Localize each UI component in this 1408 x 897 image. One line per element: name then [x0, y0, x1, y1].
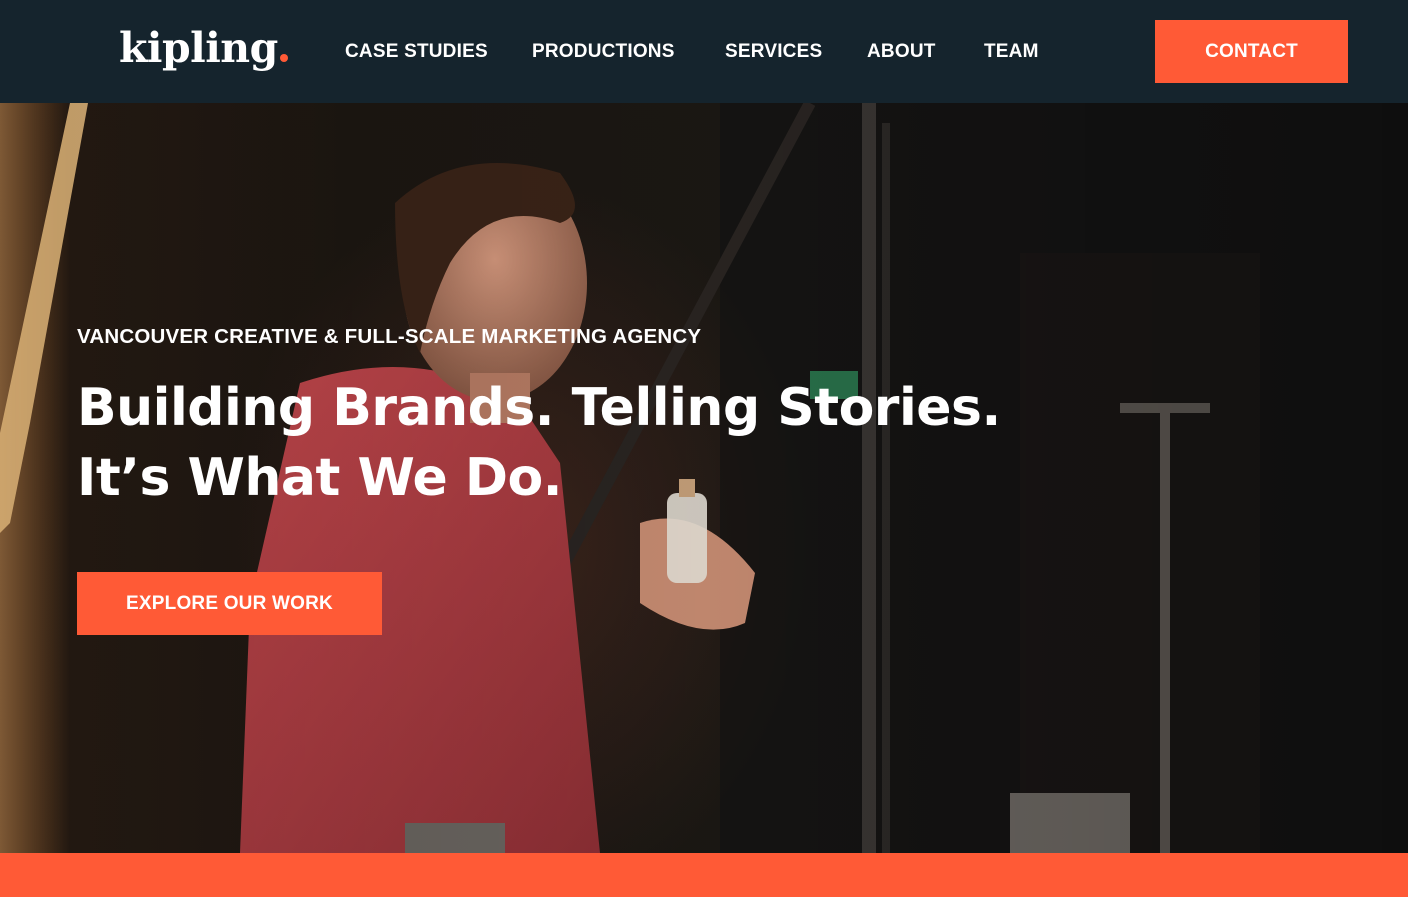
hero-headline-line-1: Building Brands. Telling Stories. [77, 378, 1001, 438]
nav-services[interactable]: SERVICES [725, 38, 822, 66]
hero-headline-line-2: It’s What We Do. [77, 448, 562, 508]
contact-button[interactable]: CONTACT [1155, 20, 1348, 83]
nav-team[interactable]: TEAM [984, 38, 1039, 66]
site-header: kipling CASE STUDIES PRODUCTIONS SERVICE… [0, 0, 1408, 103]
logo-dot-icon [279, 54, 288, 62]
hero-section: VANCOUVER CREATIVE & FULL-SCALE MARKETIN… [0, 103, 1408, 853]
nav-case-studies[interactable]: CASE STUDIES [345, 38, 488, 66]
hero-eyebrow: VANCOUVER CREATIVE & FULL-SCALE MARKETIN… [77, 325, 702, 348]
explore-our-work-button[interactable]: EXPLORE OUR WORK [77, 572, 382, 635]
hero-headline: Building Brands. Telling Stories. It’s W… [77, 373, 1037, 513]
nav-about[interactable]: ABOUT [867, 38, 936, 66]
logo[interactable]: kipling [119, 24, 288, 76]
bottom-accent-band [0, 853, 1408, 897]
logo-text: kipling [119, 24, 278, 72]
nav-productions[interactable]: PRODUCTIONS [532, 38, 675, 66]
